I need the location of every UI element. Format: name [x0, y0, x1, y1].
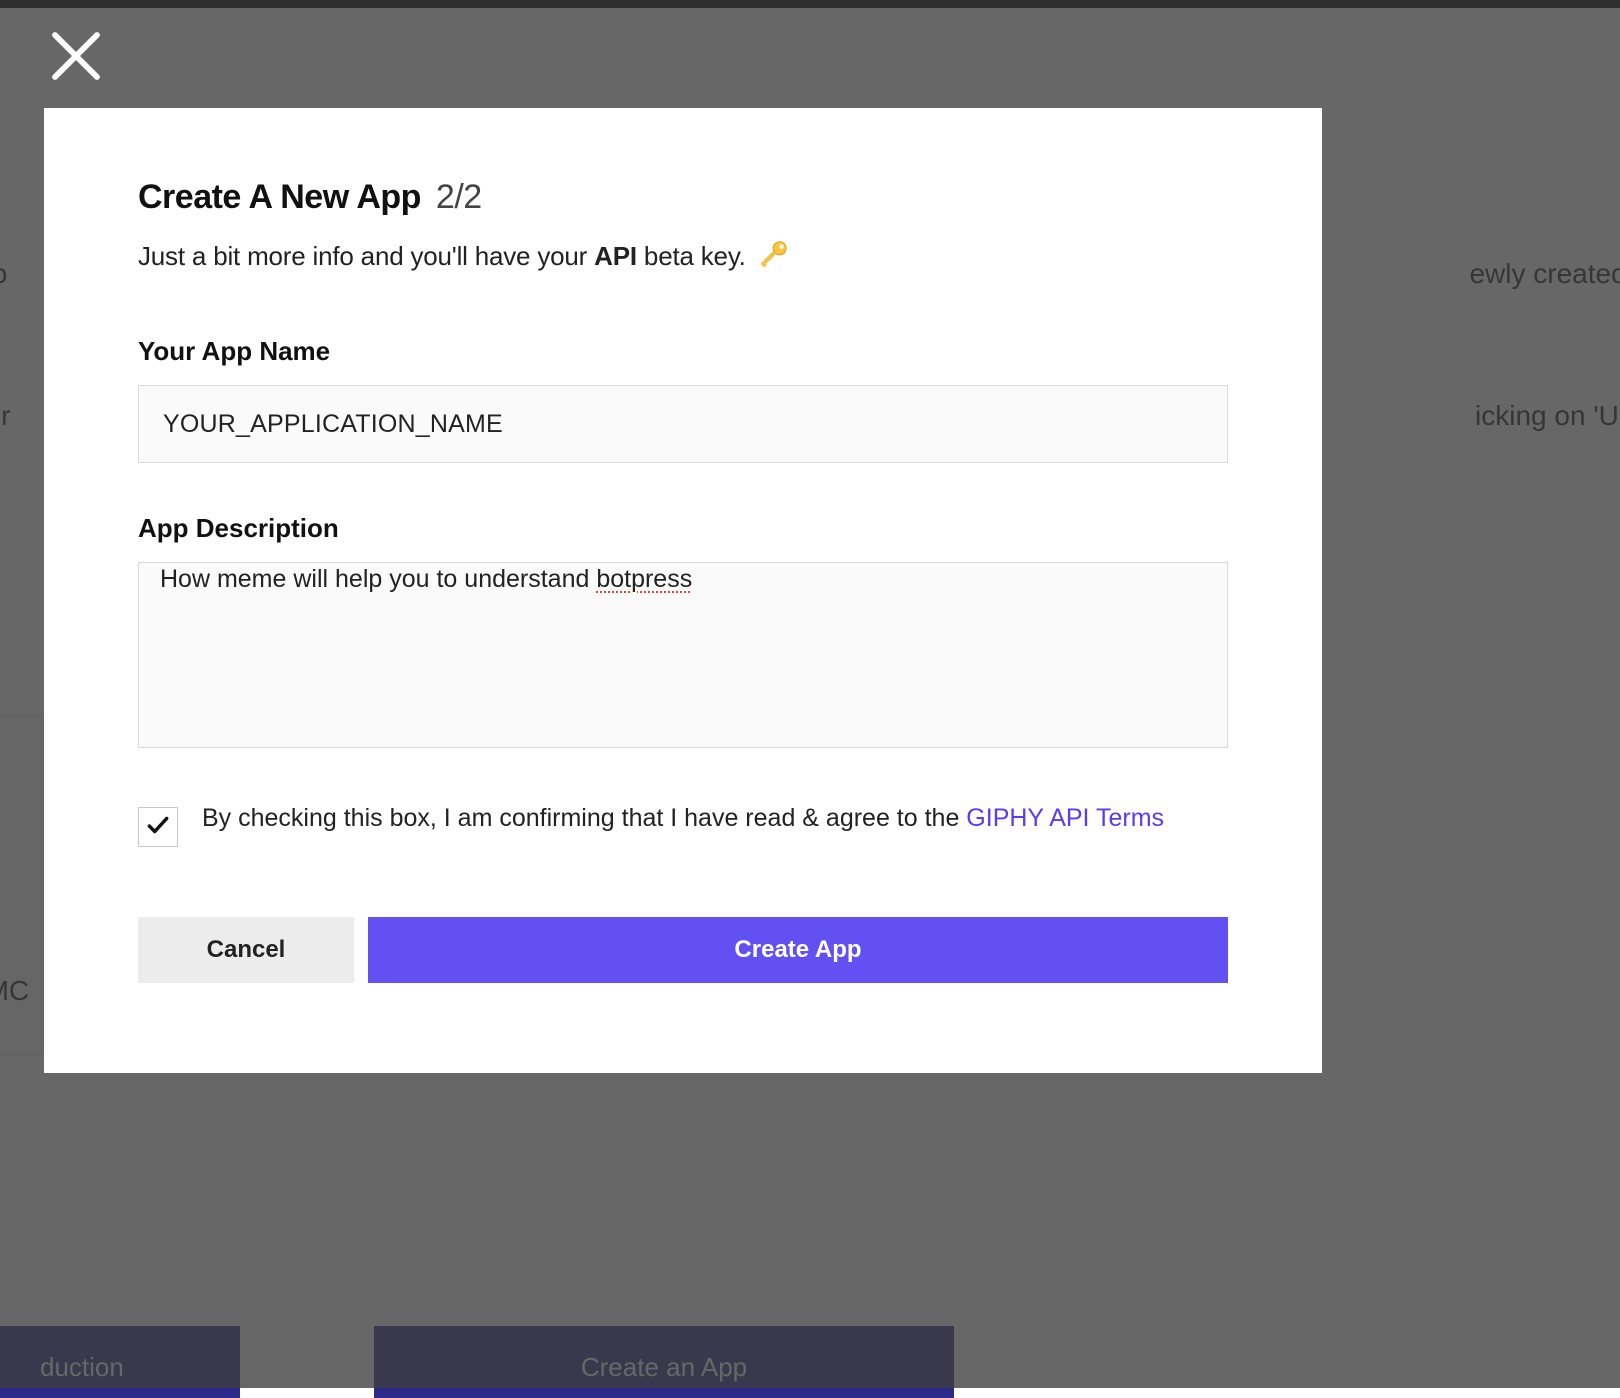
app-description-label: App Description — [138, 513, 1228, 544]
terms-text: By checking this box, I am confirming th… — [202, 799, 1164, 838]
create-app-button[interactable]: Create App — [368, 917, 1228, 983]
terms-checkbox[interactable] — [138, 807, 178, 847]
app-description-textarea[interactable] — [138, 562, 1228, 748]
subtitle-prefix: Just a bit more info and you'll have you… — [138, 241, 594, 271]
modal-subtitle: Just a bit more info and you'll have you… — [138, 239, 1228, 276]
cancel-button[interactable]: Cancel — [138, 917, 354, 983]
modal-title: Create A New App 2/2 — [138, 178, 1228, 217]
terms-row: By checking this box, I am confirming th… — [138, 799, 1228, 847]
app-name-input[interactable] — [138, 385, 1228, 463]
close-icon — [48, 71, 104, 88]
key-icon — [759, 239, 789, 276]
modal-step-indicator: 2/2 — [436, 178, 482, 216]
terms-text-content: By checking this box, I am confirming th… — [202, 804, 966, 832]
button-row: Cancel Create App — [138, 917, 1228, 983]
app-name-label: Your App Name — [138, 336, 1228, 367]
modal-title-text: Create A New App — [138, 178, 421, 216]
subtitle-bold: API — [594, 241, 637, 271]
close-button[interactable] — [48, 28, 104, 84]
subtitle-suffix: beta key. — [637, 241, 746, 271]
create-app-modal: Create A New App 2/2 Just a bit more inf… — [44, 108, 1322, 1073]
terms-link[interactable]: GIPHY API Terms — [966, 804, 1164, 832]
checkmark-icon — [145, 812, 171, 843]
